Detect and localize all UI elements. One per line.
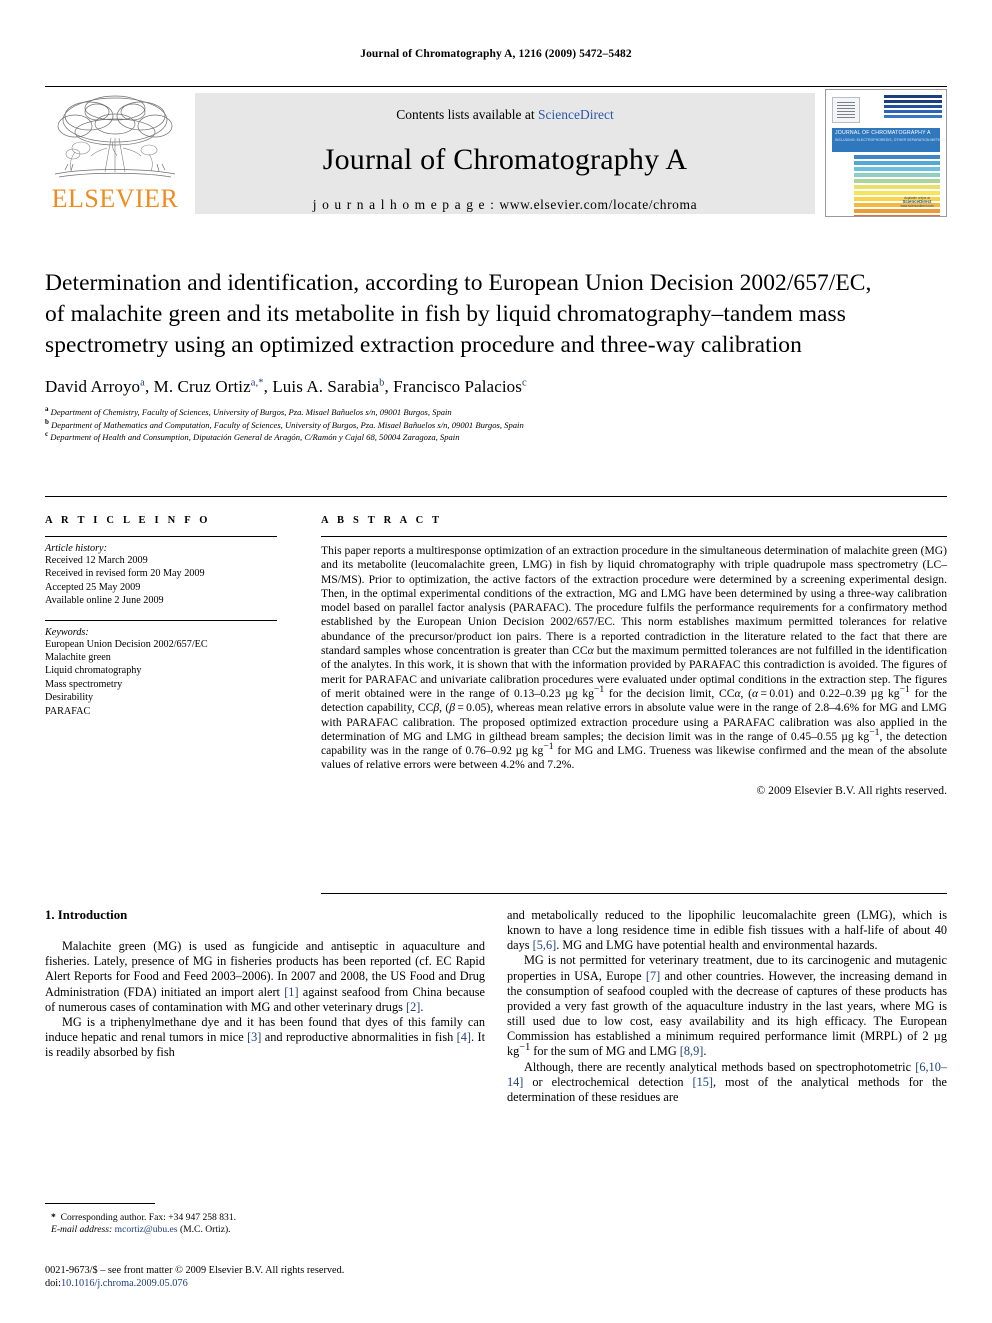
journal-cover-thumbnail: JOURNAL OF CHROMATOGRAPHY A INCLUDING: E…	[825, 89, 947, 217]
article-info-rule-bottom	[45, 619, 277, 621]
doi-label: doi:	[45, 1278, 62, 1290]
homepage-url[interactable]: www.elsevier.com/locate/chroma	[499, 197, 697, 212]
cover-band-title: JOURNAL OF CHROMATOGRAPHY A	[835, 130, 931, 136]
abstract-panel: A B S T R A C T This paper reports a mul…	[321, 515, 947, 797]
affiliation-text-c: Department of Health and Consumption, Di…	[50, 432, 460, 443]
abstract-rule	[321, 536, 947, 537]
body-column-left: 1. Introduction Malachite green (MG) is …	[45, 908, 485, 1060]
keyword-item: Malachite green	[45, 652, 111, 664]
abstract-bottom-rule	[321, 893, 947, 894]
running-head: Journal of Chromatography A, 1216 (2009)…	[360, 48, 632, 60]
email-note: E-mail address: mcortiz@ubu.es (M.C. Ort…	[45, 1224, 485, 1236]
footnote-rule	[45, 1203, 155, 1204]
keyword-item: Desirability	[45, 692, 94, 704]
email-link[interactable]: mcortiz@ubu.es	[115, 1224, 178, 1235]
affiliation-mark-a: a	[45, 405, 49, 414]
affiliation-a: a Department of Chemistry, Faculty of Sc…	[45, 406, 885, 419]
elsevier-logo: ELSEVIER	[45, 92, 185, 212]
email-label: E-mail address:	[51, 1224, 113, 1236]
journal-masthead: ELSEVIER Contents lists available at Sci…	[45, 86, 947, 219]
article-history-received: Received 12 March 2009	[45, 555, 148, 566]
keyword-item: European Union Decision 2002/657/EC	[45, 638, 208, 650]
contents-prefix: Contents lists available at	[396, 107, 538, 122]
paragraph: MG is not permitted for veterinary treat…	[507, 953, 947, 1059]
paragraph: MG is a triphenylmethane dye and it has …	[45, 1014, 485, 1060]
abstract-heading: A B S T R A C T	[321, 515, 443, 526]
elsevier-wordmark: ELSEVIER	[51, 184, 179, 213]
paragraph: and metabolically reduced to the lipophi…	[507, 908, 947, 953]
affiliation-mark-b: b	[45, 417, 49, 426]
contents-available-line: Contents lists available at ScienceDirec…	[195, 107, 815, 123]
corresponding-author-note: * Corresponding author. Fax: +34 947 258…	[51, 1212, 237, 1223]
paragraph: Although, there are recently analytical …	[507, 1059, 947, 1104]
footnote-block: * Corresponding author. Fax: +34 947 258…	[45, 1203, 485, 1237]
journal-title: Journal of Chromatography A	[322, 143, 688, 176]
article-info-panel: A R T I C L E I N F O Article history: R…	[45, 515, 277, 718]
article-history-accepted: Accepted 25 May 2009	[45, 581, 141, 593]
masthead-panel: Contents lists available at ScienceDirec…	[195, 93, 815, 214]
affiliation-text-a: Department of Chemistry, Faculty of Scie…	[50, 407, 452, 417]
keywords-label: Keywords:	[45, 626, 89, 638]
paragraph: Malachite green (MG) is used as fungicid…	[45, 939, 485, 1014]
cover-credit-url: www.sciencedirect.com	[900, 204, 934, 208]
article-history-online: Available online 2 June 2009	[45, 595, 164, 607]
affiliation-c: c Department of Health and Consumption, …	[45, 431, 885, 444]
article-first-page: Journal of Chromatography A, 1216 (2009)…	[0, 0, 992, 1323]
email-owner: (M.C. Ortiz).	[179, 1224, 231, 1236]
title-block: Determination and identification, accord…	[45, 268, 885, 444]
abstract-copyright: © 2009 Elsevier B.V. All rights reserved…	[756, 783, 947, 797]
affiliation-list: a Department of Chemistry, Faculty of Sc…	[45, 406, 885, 444]
info-separator-rule	[45, 496, 947, 497]
doi-line: doi:10.1016/j.chroma.2009.05.076	[45, 1277, 505, 1290]
page-title: Determination and identification, accord…	[45, 270, 872, 358]
affiliation-text-b: Department of Mathematics and Computatio…	[51, 419, 524, 430]
keyword-item: Mass spectrometry	[45, 678, 123, 690]
abstract-body: This paper reports a multiresponse optim…	[321, 544, 948, 772]
cover-publisher-mark	[832, 97, 860, 123]
issn-line: 0021-9673/$ – see front matter © 2009 El…	[45, 1265, 345, 1276]
keyword-item: Liquid chromatography	[45, 665, 142, 677]
affiliation-b: b Department of Mathematics and Computat…	[45, 417, 885, 432]
article-history-label: Article history:	[45, 543, 107, 554]
author-list: David Arroyoa, M. Cruz Ortiza,*, Luis A.…	[45, 377, 527, 396]
issn-copyright-block: 0021-9673/$ – see front matter © 2009 El…	[45, 1264, 505, 1291]
sciencedirect-link[interactable]: ScienceDirect	[538, 107, 614, 122]
cover-band-subtitle: INCLUDING: ELECTROPHORESIS, OTHER SEPARA…	[835, 138, 947, 142]
homepage-label: j o u r n a l h o m e p a g e :	[312, 197, 500, 212]
section-heading-introduction: 1. Introduction	[45, 908, 128, 922]
body-column-right: and metabolically reduced to the lipophi…	[507, 908, 947, 1105]
journal-homepage-line: j o u r n a l h o m e p a g e : www.else…	[195, 197, 815, 213]
article-history-revised: Received in revised form 20 May 2009	[45, 568, 205, 580]
article-info-rule-top	[45, 536, 277, 537]
affiliation-mark-c: c	[45, 430, 49, 439]
cover-credit: Available online at ScienceDirect www.sc…	[896, 196, 938, 208]
article-info-heading: A R T I C L E I N F O	[45, 515, 211, 526]
elsevier-tree-icon	[54, 95, 176, 178]
keyword-item: PARAFAC	[45, 705, 91, 717]
cover-title-band: JOURNAL OF CHROMATOGRAPHY A INCLUDING: E…	[832, 128, 946, 152]
doi-link[interactable]: 10.1016/j.chroma.2009.05.076	[61, 1278, 188, 1289]
cover-top-bars	[884, 95, 942, 125]
